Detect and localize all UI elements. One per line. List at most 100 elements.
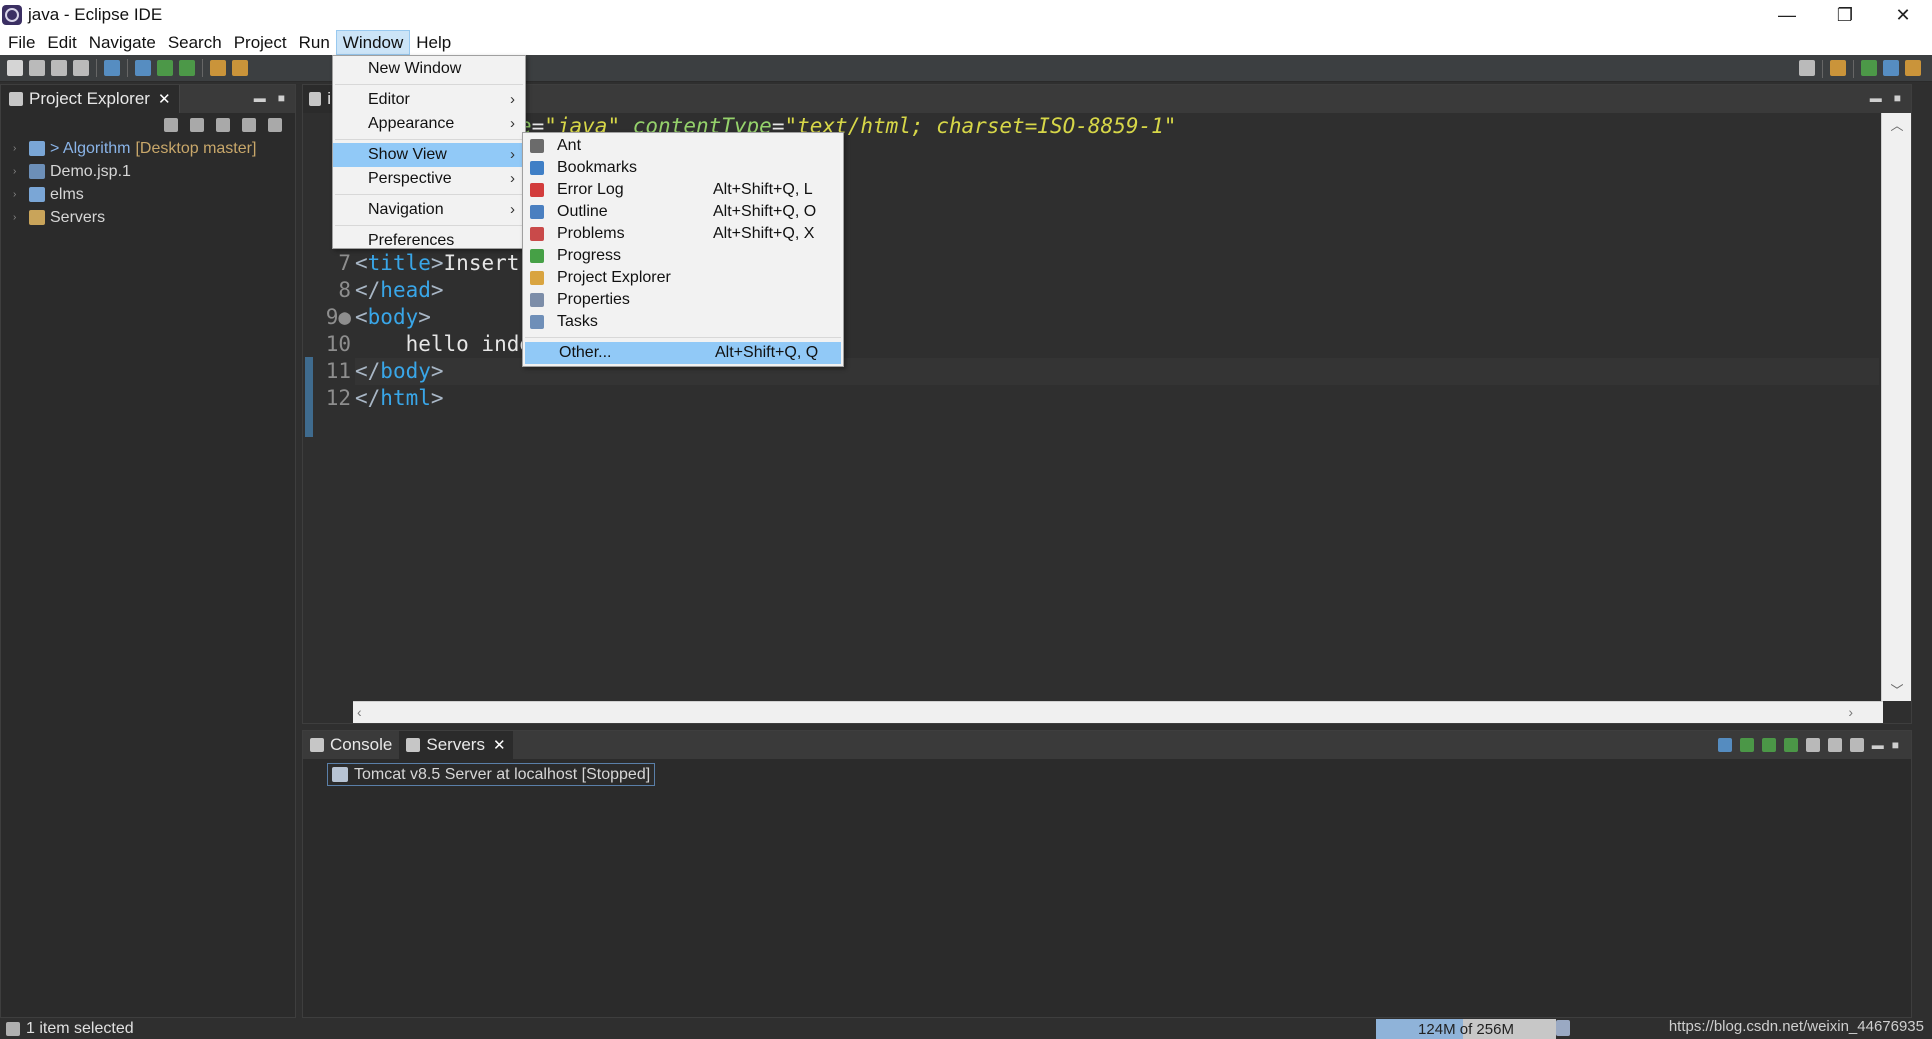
show-view-other[interactable]: Other... Alt+Shift+Q, Q [525, 342, 841, 364]
tab-console[interactable]: Console [303, 731, 399, 759]
close-window-button[interactable]: ✕ [1874, 0, 1932, 30]
menu-edit[interactable]: Edit [41, 30, 82, 55]
menu-item-preferences[interactable]: Preferences [333, 229, 525, 253]
filter-icon[interactable] [216, 118, 230, 132]
expand-arrow-icon[interactable]: › [13, 143, 23, 154]
code-token: < [355, 251, 368, 275]
heap-status[interactable]: 124M of 256M [1376, 1019, 1556, 1039]
line-number: 10 [325, 332, 351, 356]
menu-navigate[interactable]: Navigate [83, 30, 162, 55]
scroll-down-icon[interactable]: ﹀ [1882, 680, 1912, 699]
minimize-icon[interactable]: ▬ [1870, 91, 1882, 105]
show-view-ant[interactable]: Ant [523, 135, 843, 157]
external-tools-icon[interactable] [179, 60, 195, 76]
menu-window[interactable]: Window [335, 30, 411, 55]
editor-tabbar: i ▬ ■ [303, 85, 1911, 113]
tree-item-algorithm[interactable]: › > Algorithm [Desktop master] [1, 137, 295, 160]
tree-item-servers[interactable]: › Servers [1, 206, 295, 229]
menu-file[interactable]: File [2, 30, 41, 55]
save-icon[interactable] [29, 60, 45, 76]
menu-search[interactable]: Search [162, 30, 228, 55]
save-all-icon[interactable] [51, 60, 67, 76]
code-token: body [380, 359, 431, 383]
editor-vertical-scrollbar[interactable]: ︿ ﹀ [1881, 113, 1911, 701]
search-icon[interactable] [1799, 60, 1815, 76]
debug-server-icon[interactable] [1739, 738, 1754, 752]
tab-project-explorer[interactable]: Project Explorer ✕ [1, 85, 180, 113]
terminal-icon[interactable] [104, 60, 120, 76]
expand-arrow-icon[interactable]: › [13, 166, 23, 177]
close-icon[interactable]: ✕ [493, 736, 506, 754]
start-server-icon[interactable] [1761, 738, 1776, 752]
show-view-problems[interactable]: Problems Alt+Shift+Q, X [523, 223, 843, 245]
maximize-icon[interactable]: ■ [278, 91, 285, 105]
show-view-error-log[interactable]: Error Log Alt+Shift+Q, L [523, 179, 843, 201]
explorer-toolbar [1, 113, 295, 137]
close-icon[interactable]: ✕ [158, 90, 171, 108]
menu-item-show-view[interactable]: Show View › [333, 143, 525, 167]
edit-icon[interactable] [232, 60, 248, 76]
show-view-project-explorer[interactable]: Project Explorer [523, 267, 843, 289]
expand-arrow-icon[interactable]: › [13, 189, 23, 200]
problems-icon [530, 227, 544, 241]
menu-item-new-window[interactable]: New Window [333, 57, 525, 81]
toolbar-separator [127, 59, 128, 77]
maximize-icon[interactable]: ■ [1892, 738, 1899, 752]
view-menu-icon[interactable] [1849, 738, 1864, 752]
menu-item-appearance[interactable]: Appearance › [333, 112, 525, 136]
publish-icon[interactable] [1827, 738, 1842, 752]
menu-item-editor[interactable]: Editor › [333, 88, 525, 112]
print-icon[interactable] [73, 60, 89, 76]
restore-button[interactable]: ❐ [1816, 0, 1874, 30]
tree-item-demo-jsp-1[interactable]: › Demo.jsp.1 [1, 160, 295, 183]
code-token: </ [355, 359, 381, 383]
scroll-left-icon[interactable]: ‹ [357, 704, 362, 720]
tab-servers[interactable]: Servers ✕ [399, 731, 513, 759]
show-view-label: Other... [559, 344, 612, 361]
minimize-icon[interactable]: ▬ [1872, 738, 1884, 752]
view-menu-icon[interactable] [268, 118, 282, 132]
link-with-editor-icon[interactable] [190, 118, 204, 132]
server-row[interactable]: Tomcat v8.5 Server at localhost [Stopped… [327, 763, 656, 786]
menu-separator [335, 225, 523, 226]
java-perspective-icon[interactable] [1905, 60, 1921, 76]
open-perspective-icon[interactable] [1830, 60, 1846, 76]
menu-project[interactable]: Project [228, 30, 293, 55]
show-view-bookmarks[interactable]: Bookmarks [523, 157, 843, 179]
menu-item-navigation[interactable]: Navigation › [333, 198, 525, 222]
git-perspective-icon[interactable] [1861, 60, 1877, 76]
tree-item-elms[interactable]: › elms [1, 183, 295, 206]
scroll-right-icon[interactable]: › [1848, 704, 1853, 720]
menu-help[interactable]: Help [410, 30, 457, 55]
stop-server-icon[interactable] [1805, 738, 1820, 752]
java-ee-perspective-icon[interactable] [1883, 60, 1899, 76]
menu-run[interactable]: Run [293, 30, 336, 55]
minimize-button[interactable]: — [1758, 0, 1816, 30]
jsp-icon [29, 164, 45, 179]
focus-icon[interactable] [242, 118, 256, 132]
show-view-progress[interactable]: Progress [523, 245, 843, 267]
new-icon[interactable] [7, 60, 23, 76]
collapse-all-icon[interactable] [164, 118, 178, 132]
debug-icon[interactable] [135, 60, 151, 76]
scroll-up-icon[interactable]: ︿ [1882, 115, 1912, 134]
menu-item-perspective[interactable]: Perspective › [333, 167, 525, 191]
editor-horizontal-scrollbar[interactable]: ‹ › [353, 701, 1883, 723]
expand-arrow-icon[interactable]: › [13, 212, 23, 223]
collapse-icon[interactable] [1717, 738, 1732, 752]
jsp-file-icon [309, 92, 322, 106]
profile-server-icon[interactable] [1783, 738, 1798, 752]
show-view-tasks[interactable]: Tasks [523, 311, 843, 333]
minimize-icon[interactable]: ▬ [254, 91, 266, 105]
open-type-icon[interactable] [210, 60, 226, 76]
show-view-outline[interactable]: Outline Alt+Shift+Q, O [523, 201, 843, 223]
run-icon[interactable] [157, 60, 173, 76]
show-view-properties[interactable]: Properties [523, 289, 843, 311]
window-menu-dropdown: New Window Editor › Appearance › Show View › Pe… [332, 55, 526, 249]
ant-icon [530, 139, 544, 153]
folder-icon [29, 210, 45, 225]
maximize-icon[interactable]: ■ [1894, 91, 1901, 105]
garbage-collect-icon[interactable] [1556, 1020, 1570, 1036]
bottom-tabbar: Console Servers ✕ ▬ ■ [303, 731, 1911, 759]
line-number: 11 [325, 359, 351, 383]
